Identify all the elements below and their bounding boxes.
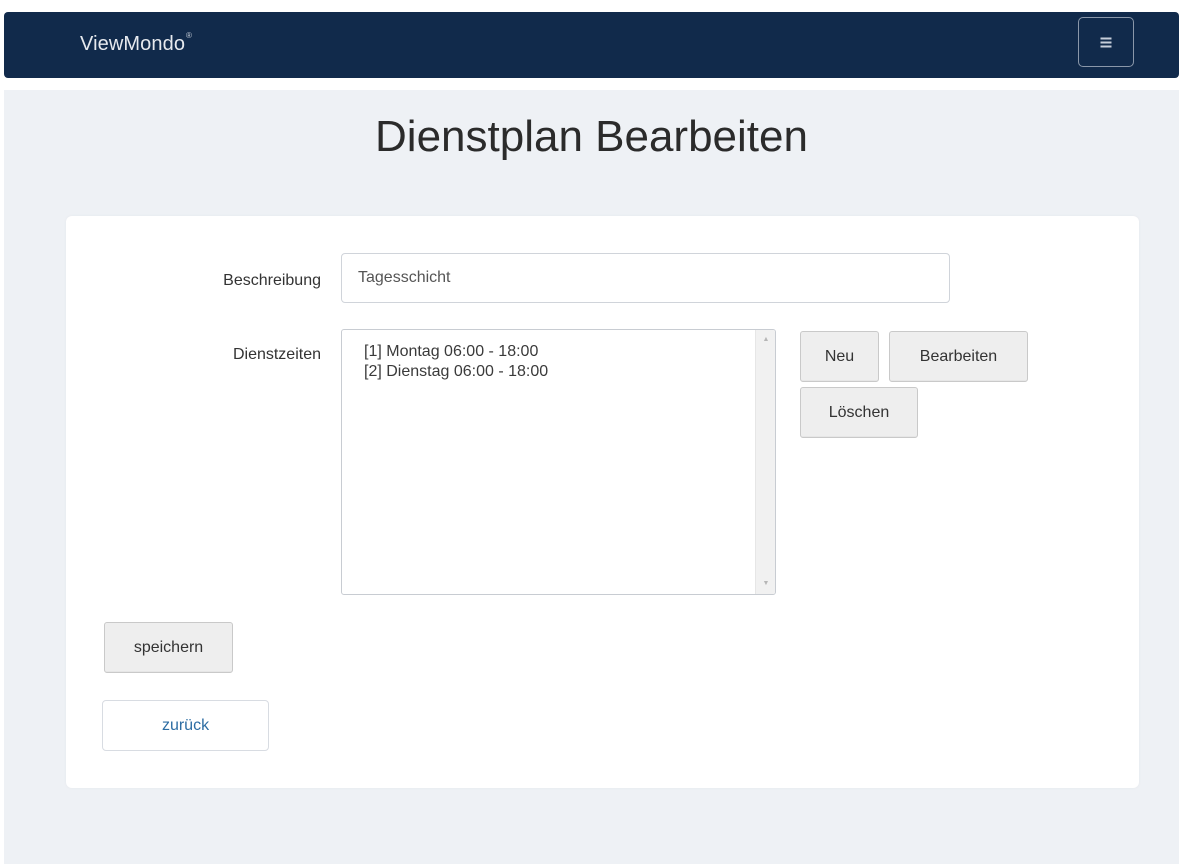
menu-toggle-button[interactable]: [1078, 17, 1134, 67]
page-content: Dienstplan Bearbeiten Beschreibung Diens…: [4, 90, 1179, 864]
list-item[interactable]: [2] Dienstag 06:00 - 18:00: [364, 362, 775, 382]
listbox-scrollbar[interactable]: ▲ ▼: [755, 330, 775, 594]
scroll-down-icon[interactable]: ▼: [756, 576, 775, 592]
list-item[interactable]: [1] Montag 06:00 - 18:00: [364, 342, 775, 362]
dienstzeiten-list: [1] Montag 06:00 - 18:00 [2] Dienstag 06…: [342, 330, 775, 382]
neu-button[interactable]: Neu: [800, 331, 879, 382]
dienstzeiten-label: Dienstzeiten: [232, 346, 321, 363]
dienstzeiten-listbox[interactable]: [1] Montag 06:00 - 18:00 [2] Dienstag 06…: [341, 329, 776, 595]
brand-logo[interactable]: ViewMondo®: [80, 31, 193, 56]
edit-form-card: Beschreibung Dienstzeiten [1] Montag 06:…: [66, 216, 1139, 788]
page-title: Dienstplan Bearbeiten: [375, 112, 808, 161]
beschreibung-input[interactable]: [341, 253, 950, 303]
zurueck-link[interactable]: zurück: [102, 700, 269, 751]
speichern-button[interactable]: speichern: [104, 622, 233, 673]
brand-name: ViewMondo: [80, 33, 186, 55]
bearbeiten-button[interactable]: Bearbeiten: [889, 331, 1028, 382]
loeschen-button[interactable]: Löschen: [800, 387, 918, 438]
beschreibung-label: Beschreibung: [223, 272, 321, 289]
scroll-up-icon[interactable]: ▲: [756, 332, 775, 348]
registered-mark: ®: [186, 31, 193, 40]
hamburger-icon: [1100, 37, 1112, 47]
top-navbar: ViewMondo®: [4, 12, 1179, 78]
